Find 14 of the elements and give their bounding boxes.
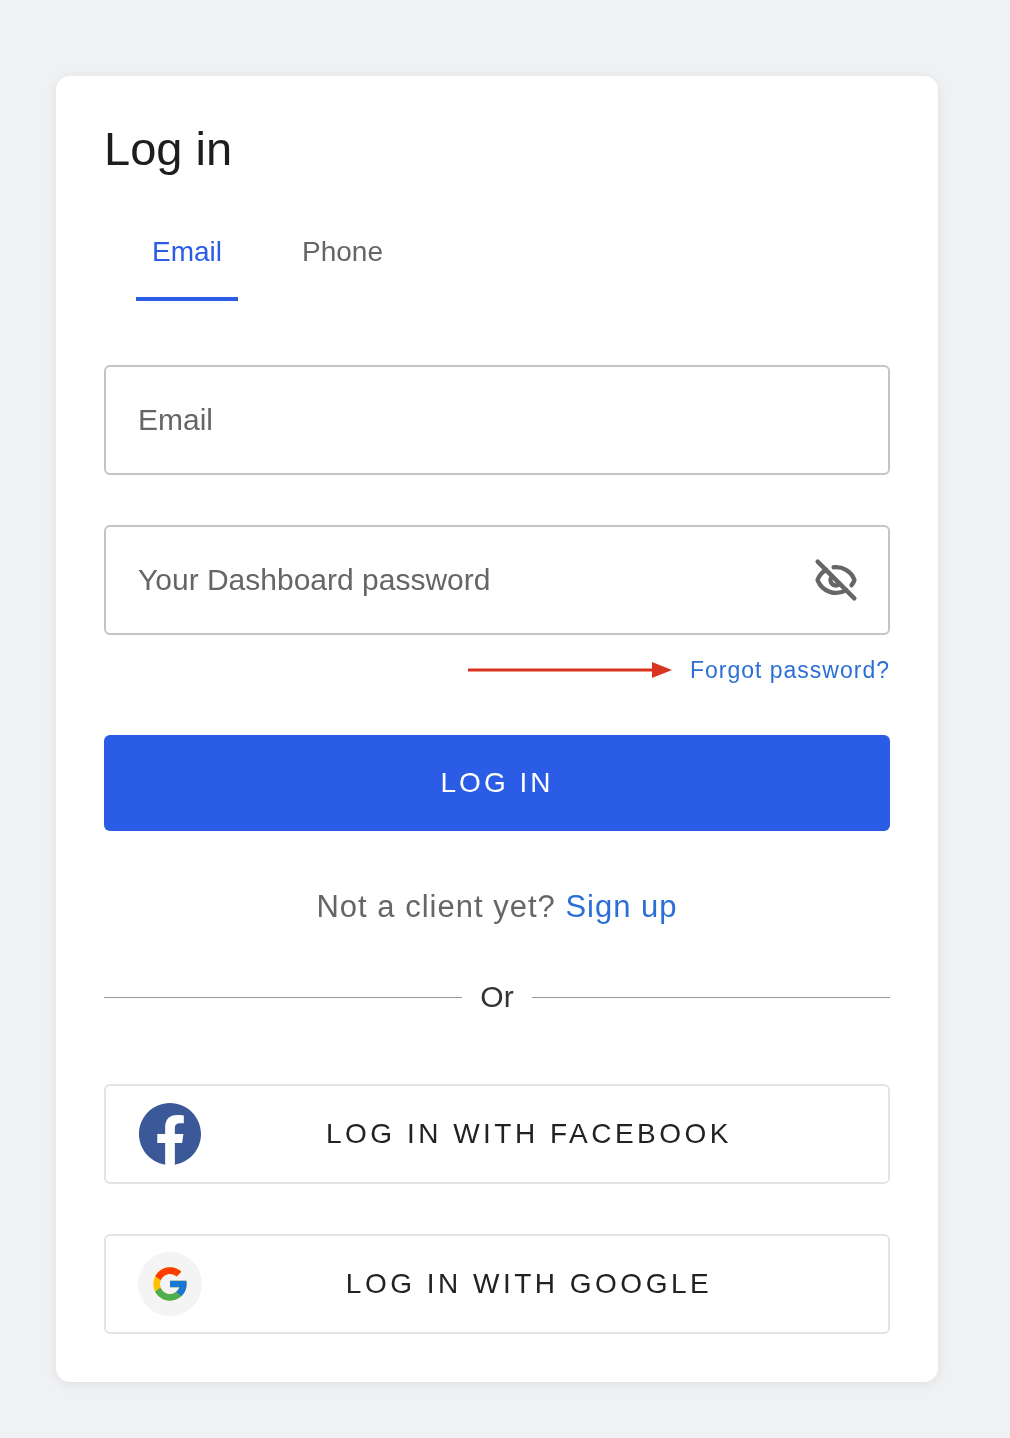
tab[interactable]: Email [136, 218, 238, 301]
page-title: Log in [104, 121, 234, 177]
forgot-password-link[interactable]: Forgot password? [689, 655, 890, 685]
email-field[interactable]: Email [104, 365, 890, 475]
google-login-button[interactable]: LOG IN WITH GOOGLE [104, 1234, 890, 1334]
password-field[interactable]: Your Dashboard password [104, 525, 890, 635]
hide-password-icon[interactable] [814, 558, 858, 602]
login-button[interactable]: LOG IN [104, 735, 890, 831]
signup-prompt: Not a client yet? Sign up [315, 889, 679, 925]
facebook-logo-icon [138, 1102, 202, 1166]
tab[interactable]: Phone [286, 218, 399, 301]
facebook-login-button[interactable]: LOG IN WITH FACEBOOK [104, 1084, 890, 1184]
signup-link[interactable]: Sign up [565, 889, 678, 924]
divider-label: Or [480, 979, 514, 1015]
